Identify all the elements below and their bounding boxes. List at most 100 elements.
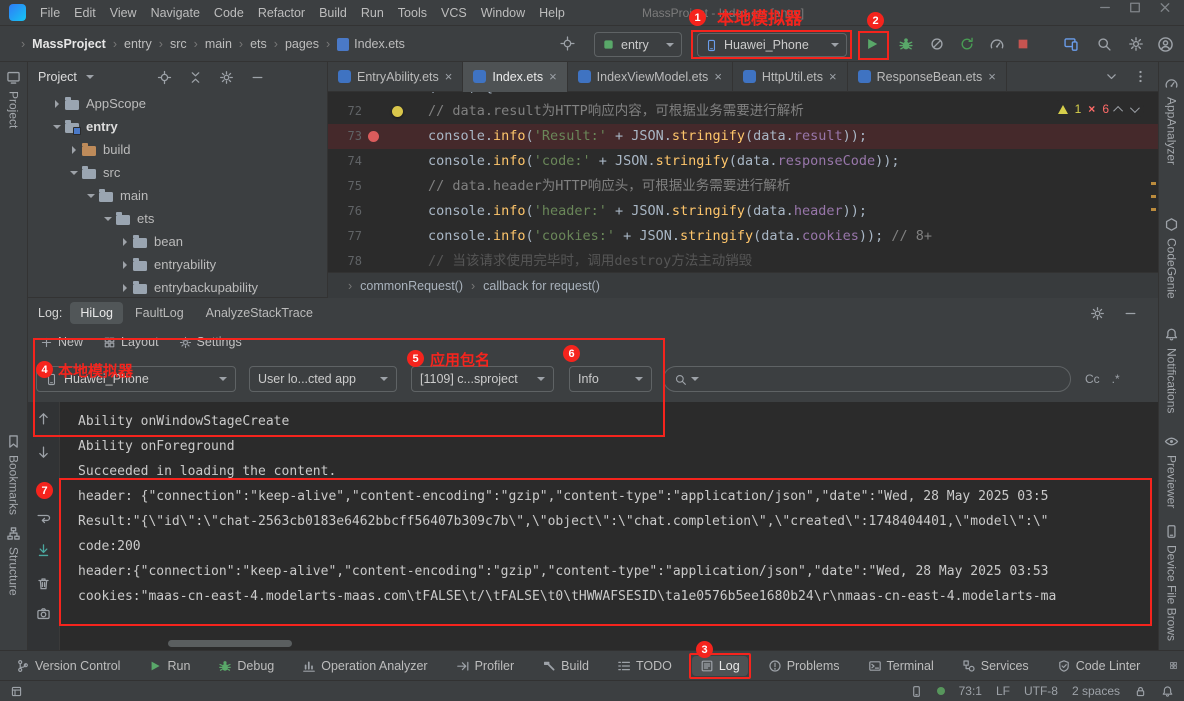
intention-bulb-slot[interactable]: [384, 149, 428, 174]
menu-item[interactable]: Refactor: [251, 2, 312, 24]
log-tab[interactable]: FaultLog: [125, 302, 194, 324]
tool-window-button[interactable]: Code Linter: [1049, 656, 1149, 676]
right-stripe-button[interactable]: Device File Brows: [1159, 524, 1184, 641]
search-toggle[interactable]: Cc: [1085, 372, 1100, 386]
tool-window-button[interactable]: Terminal: [860, 656, 942, 676]
intention-bulb-slot[interactable]: [384, 124, 428, 149]
notifications-icon[interactable]: [1161, 685, 1174, 698]
tree-item[interactable]: main: [28, 184, 327, 207]
breakpoint-gutter[interactable]: [362, 249, 384, 272]
right-stripe-button[interactable]: Notifications: [1159, 327, 1184, 413]
tree-item[interactable]: build: [28, 138, 327, 161]
code-line[interactable]: (data) {: [328, 92, 1158, 99]
menu-item[interactable]: Navigate: [144, 2, 207, 24]
log-hscrollbar[interactable]: [168, 640, 292, 647]
tool-window-button[interactable]: Profiler: [448, 656, 523, 676]
editor-tab[interactable]: ResponseBean.ets ×: [848, 62, 1007, 92]
left-stripe-button[interactable]: Project: [0, 70, 27, 128]
window-control-button[interactable]: [1120, 0, 1150, 15]
breakpoint-gutter[interactable]: [362, 149, 384, 174]
tool-window-button[interactable]: Run: [140, 656, 198, 676]
project-panel-title[interactable]: Project: [38, 70, 77, 84]
deviceManager-icon[interactable]: [1063, 36, 1079, 52]
intention-bulb-slot[interactable]: [384, 174, 428, 199]
editor-tab[interactable]: HttpUtil.ets ×: [733, 62, 848, 92]
scrollEnd-icon[interactable]: [36, 543, 51, 558]
breakpoint-gutter[interactable]: [362, 199, 384, 224]
tool-window-switcher-icon[interactable]: [10, 685, 23, 698]
tree-item[interactable]: AppScope: [28, 92, 327, 115]
more-options-icon[interactable]: [1133, 69, 1148, 84]
minimize-icon[interactable]: [1123, 306, 1138, 321]
tree-chevron-icon[interactable]: [123, 238, 127, 246]
device-sync-icon[interactable]: [910, 685, 923, 698]
arrowDown-icon[interactable]: [36, 445, 51, 460]
editor-tab[interactable]: EntryAbility.ets ×: [328, 62, 463, 92]
gear-icon[interactable]: [1090, 306, 1105, 321]
hide-icon[interactable]: [250, 70, 265, 85]
log-search-input[interactable]: [703, 372, 1060, 386]
menu-item[interactable]: Run: [354, 2, 391, 24]
attach-target-icon[interactable]: [560, 36, 575, 51]
file-encoding[interactable]: UTF-8: [1024, 684, 1058, 698]
profilerGauge-icon[interactable]: [989, 36, 1005, 52]
breadcrumb-item[interactable]: ets: [232, 37, 267, 51]
caret-position[interactable]: 73:1: [959, 684, 982, 698]
tree-chevron-icon[interactable]: [72, 146, 76, 154]
breakpoint-gutter[interactable]: [362, 124, 384, 149]
chevron-down-icon[interactable]: [86, 75, 94, 79]
breakpoint-gutter[interactable]: [362, 224, 384, 249]
log-tab[interactable]: AnalyzeStackTrace: [196, 302, 323, 324]
menu-item[interactable]: VCS: [434, 2, 474, 24]
editor-breadcrumb-item[interactable]: commonRequest(): [340, 279, 463, 293]
menu-item[interactable]: View: [103, 2, 144, 24]
trash-icon[interactable]: [36, 576, 51, 591]
wrap-icon[interactable]: [36, 511, 51, 526]
more-tools-icon[interactable]: [1169, 658, 1184, 673]
tool-window-button[interactable]: Services: [954, 656, 1037, 676]
code-line[interactable]: 73 console.info('Result:' + JSON.stringi…: [328, 124, 1158, 149]
tree-chevron-icon[interactable]: [70, 171, 78, 175]
code-line[interactable]: 77 console.info('cookies:' + JSON.string…: [328, 224, 1158, 249]
breadcrumb-item[interactable]: src: [152, 37, 187, 51]
editor-tab[interactable]: Index.ets ×: [463, 62, 567, 92]
breakpoint-gutter[interactable]: [362, 174, 384, 199]
editor-breadcrumb-item[interactable]: callback for request(): [463, 279, 600, 293]
indent-setting[interactable]: 2 spaces: [1072, 684, 1120, 698]
breakpoint-gutter[interactable]: [362, 99, 384, 124]
intention-bulb-slot[interactable]: [384, 249, 428, 272]
log-search-box[interactable]: [663, 366, 1071, 392]
tree-item[interactable]: src: [28, 161, 327, 184]
next-issue-icon[interactable]: [1130, 103, 1140, 113]
tree-chevron-icon[interactable]: [53, 125, 61, 129]
menu-item[interactable]: Edit: [67, 2, 103, 24]
editor-tab[interactable]: IndexViewModel.ets ×: [568, 62, 733, 92]
close-icon[interactable]: ×: [445, 69, 453, 84]
left-stripe-button[interactable]: Structure: [0, 526, 27, 596]
inspections-widget[interactable]: 1 × 6: [1051, 100, 1144, 118]
intention-bulb-slot[interactable]: [384, 92, 428, 99]
tool-window-button[interactable]: TODO: [609, 656, 680, 676]
code-area[interactable]: (data) { 72 // data.result为HTTP响应内容，可根据业…: [328, 92, 1158, 272]
error-stripe-mark[interactable]: [1151, 182, 1156, 185]
bug-icon[interactable]: [898, 36, 914, 52]
window-control-button[interactable]: [1090, 0, 1120, 15]
tree-chevron-icon[interactable]: [123, 261, 127, 269]
menu-item[interactable]: Help: [532, 2, 572, 24]
lock-icon[interactable]: [1134, 685, 1147, 698]
breadcrumb-item[interactable]: pages: [267, 37, 319, 51]
tree-item[interactable]: entry: [28, 115, 327, 138]
breadcrumb-item[interactable]: MassProject: [14, 37, 106, 51]
code-line[interactable]: 76 console.info('header:' + JSON.stringi…: [328, 199, 1158, 224]
left-stripe-button[interactable]: Bookmarks: [0, 434, 27, 515]
close-icon[interactable]: ×: [549, 69, 557, 84]
tree-item[interactable]: bean: [28, 230, 327, 253]
gear-icon[interactable]: [219, 70, 234, 85]
tab-list-icon[interactable]: [1104, 69, 1119, 84]
menu-item[interactable]: Code: [207, 2, 251, 24]
right-stripe-button[interactable]: AppAnalyzer: [1159, 76, 1184, 165]
right-stripe-button[interactable]: CodeGenie: [1159, 217, 1184, 299]
log-line[interactable]: Ability onForeground: [78, 434, 1158, 459]
collapseAll-icon[interactable]: [188, 70, 203, 85]
search-toggle[interactable]: .*: [1112, 372, 1120, 386]
